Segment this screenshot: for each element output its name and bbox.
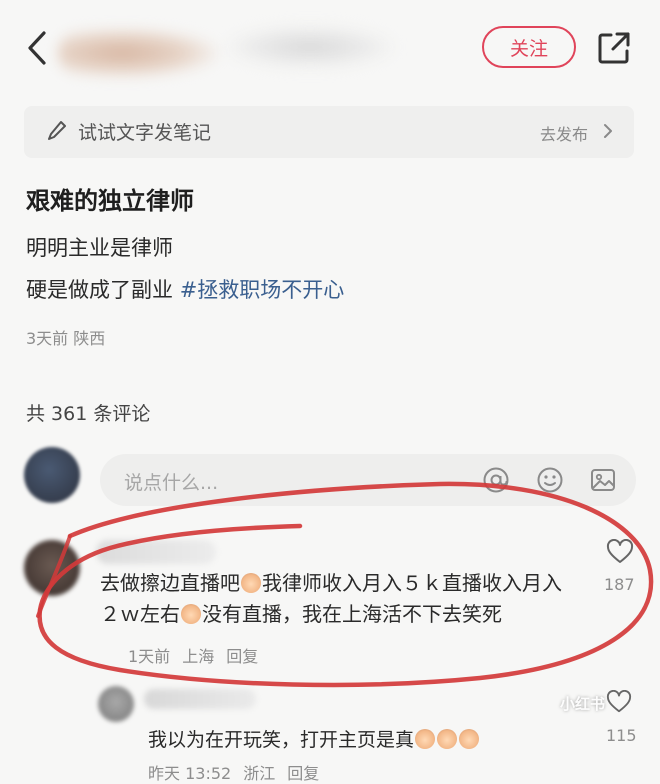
crying-face-emoji-icon <box>437 729 458 749</box>
comment-time: 1天前 <box>128 647 171 666</box>
like-count: 115 <box>606 726 637 745</box>
crying-face-emoji-icon <box>241 573 261 593</box>
at-icon[interactable] <box>482 466 510 494</box>
image-icon[interactable] <box>589 466 617 494</box>
emoji-icon[interactable] <box>536 466 564 494</box>
follow-button[interactable]: 关注 <box>482 26 576 68</box>
comment-text-part: 去做擦边直播吧 <box>100 571 240 595</box>
comment-time: 昨天 13:52 <box>148 764 232 783</box>
chevron-right-icon <box>604 124 612 138</box>
pen-icon <box>48 121 66 140</box>
post-body-text: 硬是做成了副业 <box>26 278 173 302</box>
comment-text: 我以为在开玩笑，打开主页是真 <box>148 725 480 752</box>
crying-face-emoji-icon <box>415 729 436 749</box>
post-title: 艰难的独立律师 <box>26 187 194 215</box>
comment-text: 去做擦边直播吧 我律师收入月入５ｋ直播收入月入２ｗ左右 没有直播，我在上海活不下去笑… <box>100 568 570 630</box>
author-avatar-blurred[interactable] <box>58 28 218 78</box>
hashtag-link[interactable]: #拯救职场不开心 <box>180 278 345 302</box>
comment-text-part: 我以为在开玩笑，打开主页是真 <box>148 729 415 751</box>
comment-input-placeholder[interactable]: 说点什么... <box>124 468 218 495</box>
avatar[interactable] <box>98 686 134 722</box>
crying-face-emoji-icon <box>459 729 480 749</box>
post-meta: 3天前 陕西 <box>26 325 105 349</box>
crying-face-emoji-icon <box>181 604 201 624</box>
commenter-name-blurred[interactable] <box>144 689 256 709</box>
comment-meta: 1天前 上海 回复 <box>128 643 258 667</box>
comment-location: 浙江 <box>243 764 276 783</box>
share-icon[interactable] <box>596 30 632 66</box>
like-count: 187 <box>604 575 635 594</box>
comment-count: 共 361 条评论 <box>26 403 151 425</box>
avatar[interactable] <box>24 447 80 503</box>
post-location: 陕西 <box>73 329 106 348</box>
reply-button[interactable]: 回复 <box>287 764 319 783</box>
publish-link[interactable]: 去发布 <box>540 121 588 145</box>
comment-meta: 昨天 13:52 浙江 回复 <box>148 760 319 784</box>
reply-button[interactable]: 回复 <box>226 647 258 666</box>
commenter-name-blurred[interactable] <box>96 540 216 564</box>
post-body-line: 明明主业是律师 <box>26 236 173 260</box>
post-time: 3天前 <box>26 329 69 348</box>
post-body-line: 硬是做成了副业 #拯救职场不开心 <box>26 274 344 304</box>
avatar[interactable] <box>24 540 80 596</box>
heart-icon[interactable] <box>606 690 632 714</box>
comment-location: 上海 <box>182 647 215 666</box>
heart-icon[interactable] <box>606 539 634 565</box>
comment-text-part: 没有直播，我在上海活不下去笑死 <box>202 602 502 626</box>
draft-note-label: 试试文字发笔记 <box>78 122 212 144</box>
watermark: 小红书 <box>560 695 606 713</box>
chevron-left-icon[interactable] <box>26 30 48 66</box>
author-name-blurred <box>225 26 395 68</box>
